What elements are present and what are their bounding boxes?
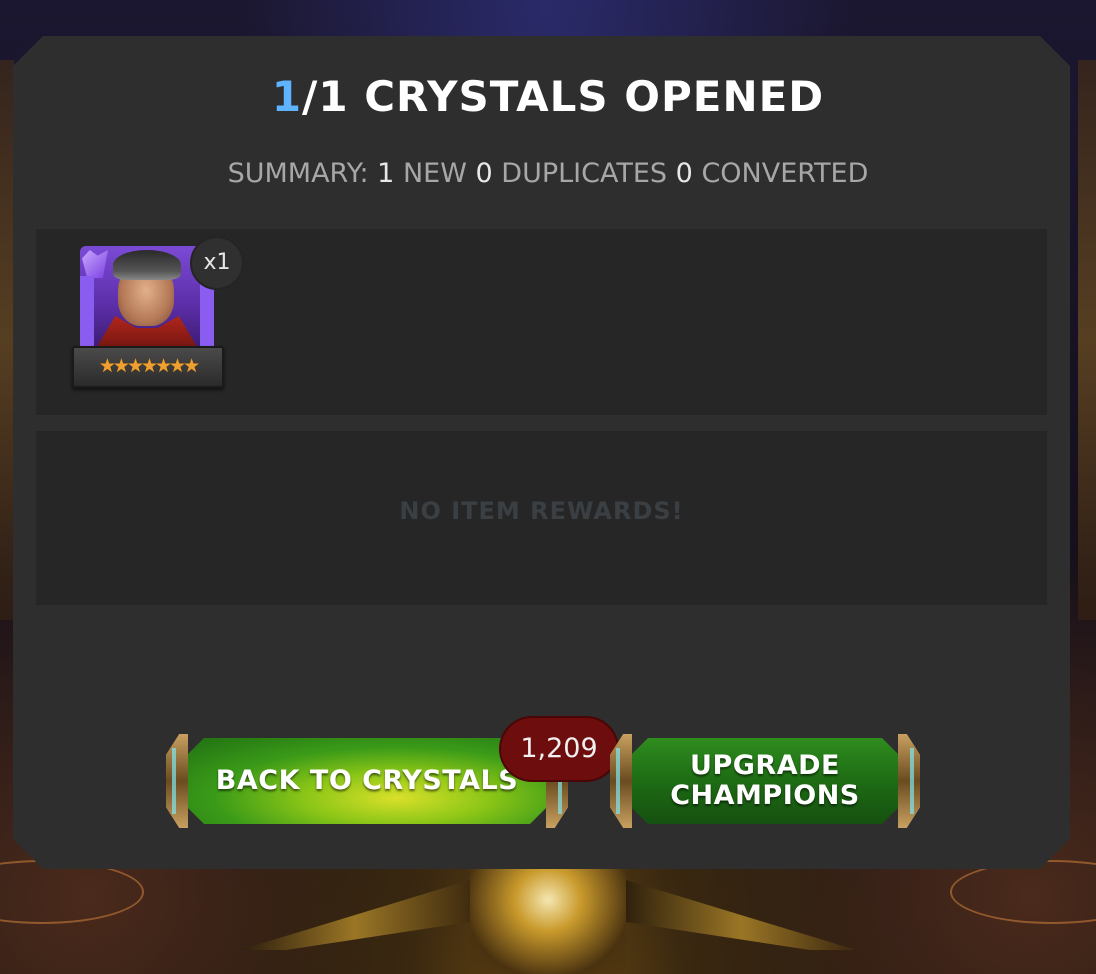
summary-line: SUMMARY: 1 NEW 0 DUPLICATES 0 CONVERTED <box>0 158 1096 189</box>
game-scene: 1/1 CRYSTALS OPENED SUMMARY: 1 NEW 0 DUP… <box>0 0 1096 974</box>
champion-quantity-badge: x1 <box>190 236 244 290</box>
bracket-left-icon <box>610 734 632 828</box>
background-floor-ring-left <box>0 860 144 924</box>
background-machine-wing-right <box>626 880 856 950</box>
background-floor-ring-right <box>950 860 1096 924</box>
summary-duplicates-count: 0 <box>475 158 493 189</box>
no-item-rewards-text: NO ITEM REWARDS! <box>399 497 684 525</box>
champion-star-rating: ★★★★★★★ <box>72 346 224 388</box>
background-machine-wing-left <box>240 880 470 950</box>
champion-card[interactable]: x1 ★★★★★★★ <box>72 236 244 388</box>
summary-label: SUMMARY: <box>227 158 369 189</box>
champion-hair <box>113 250 181 280</box>
title-current-count: 1 <box>271 72 303 121</box>
summary-duplicates-label: DUPLICATES <box>501 158 668 189</box>
champion-rewards-section: x1 ★★★★★★★ <box>36 229 1047 415</box>
background-pillar-right <box>1078 60 1096 620</box>
item-rewards-section: NO ITEM REWARDS! <box>36 431 1047 605</box>
background-pillar-left <box>0 60 14 620</box>
upgrade-button-label: UPGRADE CHAMPIONS <box>670 750 860 811</box>
bracket-left-icon <box>166 734 188 828</box>
back-button-label: BACK TO CRYSTALS <box>215 765 519 796</box>
crystal-shard-icon <box>82 250 108 278</box>
summary-new-label: NEW <box>402 158 467 189</box>
upgrade-champions-button[interactable]: UPGRADE CHAMPIONS <box>610 734 920 828</box>
summary-converted-count: 0 <box>675 158 693 189</box>
summary-converted-label: CONVERTED <box>701 158 869 189</box>
crystal-count-badge: 1,209 <box>501 718 617 780</box>
background-crystal-machine <box>470 868 626 974</box>
summary-new-count: 1 <box>377 158 395 189</box>
star-icons: ★★★★★★★ <box>98 355 200 377</box>
bracket-right-icon <box>898 734 920 828</box>
portrait-frame-left <box>80 276 94 346</box>
page-title: 1/1 CRYSTALS OPENED <box>0 72 1096 121</box>
title-text: /1 CRYSTALS OPENED <box>302 72 825 121</box>
